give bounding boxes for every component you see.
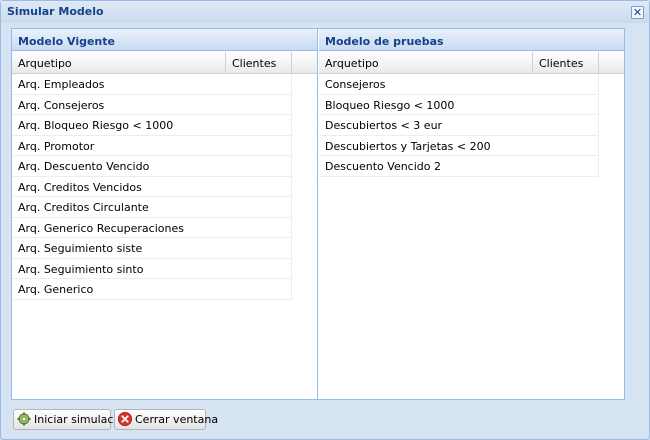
close-window-button[interactable]: Cerrar ventana xyxy=(114,409,218,430)
column-header-filler xyxy=(292,52,318,73)
cancel-icon xyxy=(118,412,132,426)
test-model-panel: Modelo de pruebas Arquetipo Clientes Con… xyxy=(319,29,624,399)
window-footer: Iniciar simulación Cerrar ventana xyxy=(1,403,649,439)
column-header-arquetipo[interactable]: Arquetipo xyxy=(319,52,533,73)
close-icon[interactable]: ✕ xyxy=(631,6,644,19)
simulate-model-window: Simular Modelo ✕ Modelo Vigente Arquetip… xyxy=(0,0,650,440)
current-model-panel: Modelo Vigente Arquetipo Clientes Arq. E… xyxy=(12,29,318,399)
table-row[interactable]: Arq. Bloqueo Riesgo < 1000 xyxy=(12,115,292,136)
table-row[interactable]: Arq. Promotor xyxy=(12,135,292,156)
test-model-header: Modelo de pruebas xyxy=(319,29,624,51)
table-row[interactable]: Descubiertos < 3 eur xyxy=(319,115,599,136)
current-model-rows: Arq. Empleados Arq. Consejeros Arq. Bloq… xyxy=(12,74,292,300)
close-window-label: Cerrar ventana xyxy=(135,413,219,426)
table-row[interactable]: Arq. Empleados xyxy=(12,74,292,95)
column-header-arquetipo[interactable]: Arquetipo xyxy=(12,52,226,73)
test-model-title: Modelo de pruebas xyxy=(325,35,444,48)
column-header-clientes[interactable]: Clientes xyxy=(533,52,599,73)
table-row[interactable]: Arq. Descuento Vencido xyxy=(12,156,292,177)
table-row[interactable]: Arq. Generico xyxy=(12,279,292,300)
column-header-filler xyxy=(599,52,625,73)
panels-container: Modelo Vigente Arquetipo Clientes Arq. E… xyxy=(11,28,625,400)
current-model-title: Modelo Vigente xyxy=(18,35,115,48)
table-row[interactable]: Consejeros xyxy=(319,74,599,95)
table-row[interactable]: Arq. Generico Recuperaciones xyxy=(12,217,292,238)
window-titlebar[interactable]: Simular Modelo ✕ xyxy=(1,1,649,23)
table-row[interactable]: Arq. Creditos Vencidos xyxy=(12,176,292,197)
test-model-grid-header: Arquetipo Clientes xyxy=(319,52,624,74)
table-row[interactable]: Arq. Consejeros xyxy=(12,94,292,115)
table-row[interactable]: Arq. Creditos Circulante xyxy=(12,197,292,218)
window-title: Simular Modelo xyxy=(7,5,104,18)
table-row[interactable]: Arq. Seguimiento sinto xyxy=(12,258,292,279)
gear-icon xyxy=(17,412,31,426)
start-simulation-button[interactable]: Iniciar simulación xyxy=(13,409,130,430)
table-row[interactable]: Arq. Seguimiento siste xyxy=(12,238,292,259)
current-model-header: Modelo Vigente xyxy=(12,29,317,51)
test-model-rows: Consejeros Bloqueo Riesgo < 1000 Descubi… xyxy=(319,74,599,177)
column-header-clientes[interactable]: Clientes xyxy=(226,52,292,73)
table-row[interactable]: Descubiertos y Tarjetas < 200 xyxy=(319,135,599,156)
current-model-grid-header: Arquetipo Clientes xyxy=(12,52,317,74)
table-row[interactable]: Descuento Vencido 2 xyxy=(319,156,599,177)
table-row[interactable]: Bloqueo Riesgo < 1000 xyxy=(319,94,599,115)
